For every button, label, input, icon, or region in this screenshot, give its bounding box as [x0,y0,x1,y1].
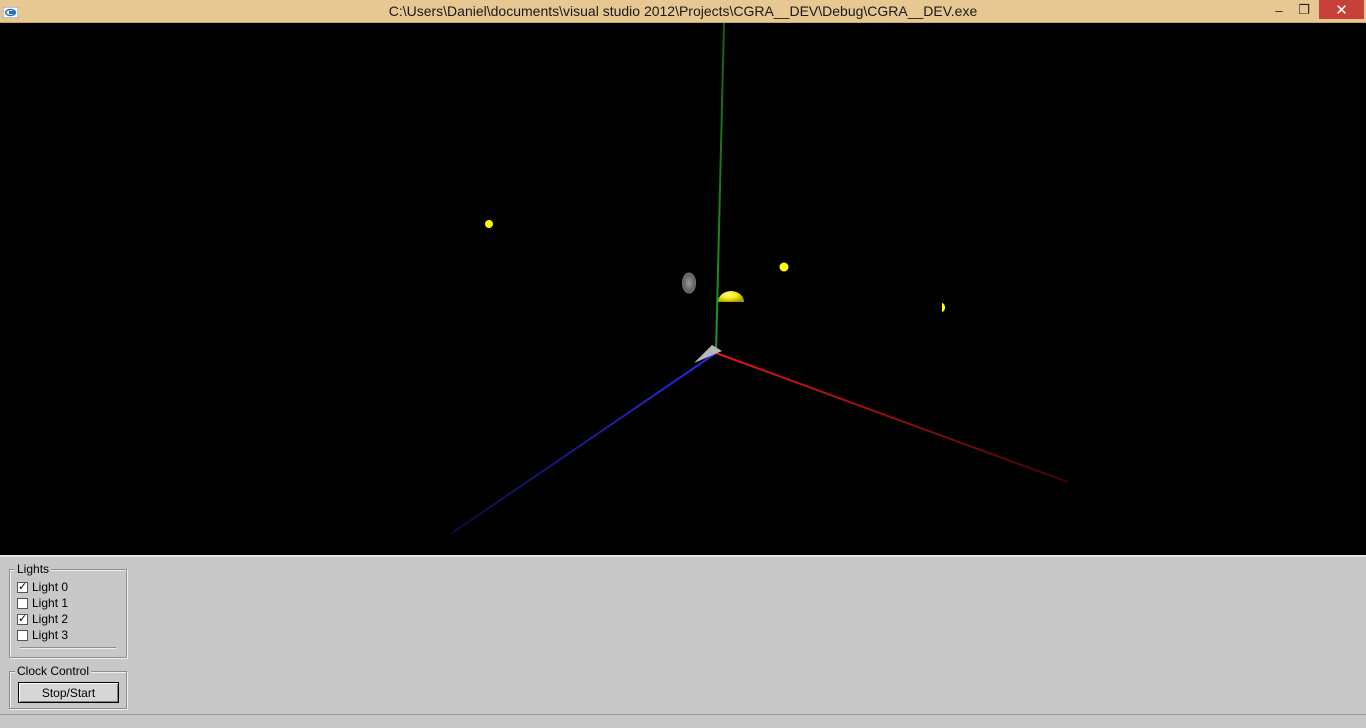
light-2-label: Light 2 [32,612,69,626]
minimize-icon: – [1275,2,1283,18]
lights-group: Lights ✓ Light 0 Light 1 ✓ Light 2 Light… [9,563,127,658]
y-axis [715,23,725,354]
window-title: C:\Users\Daniel\documents\visual studio … [388,3,978,19]
checkbox-box[interactable]: ✓ [17,581,28,593]
light-0-label: Light 0 [32,580,69,594]
restore-button[interactable]: ❐ [1292,0,1316,20]
light-sphere [485,220,493,228]
title-bar[interactable]: C:\Users\Daniel\documents\visual studio … [0,0,1366,23]
yellow-hemisphere [718,291,744,302]
close-icon: ✕ [1335,1,1348,19]
z-axis [451,352,717,534]
lights-group-label: Lights [15,562,52,576]
minimize-button[interactable]: – [1268,0,1290,20]
light-3-label: Light 3 [32,628,69,642]
close-button[interactable]: ✕ [1319,0,1364,19]
light-3-checkbox[interactable]: Light 3 [17,628,68,642]
status-bar [0,714,1366,728]
gray-disc [682,272,696,294]
checkbox-box[interactable]: ✓ [17,613,28,625]
light-0-checkbox[interactable]: ✓ Light 0 [17,580,68,594]
restore-icon: ❐ [1298,2,1310,17]
separator [20,647,116,649]
light-sphere [942,303,945,312]
light-2-checkbox[interactable]: ✓ Light 2 [17,612,68,626]
x-axis [715,352,1069,483]
light-1-checkbox[interactable]: Light 1 [17,596,68,610]
control-panel: Lights ✓ Light 0 Light 1 ✓ Light 2 Light… [0,555,1366,728]
scene-canvas [451,23,1069,534]
clock-control-group: Clock Control Stop/Start [9,665,127,709]
clock-control-label: Clock Control [15,664,92,678]
checkbox-box[interactable] [17,597,28,609]
checkbox-box[interactable] [17,629,28,641]
light-1-label: Light 1 [32,596,69,610]
opengl-viewport[interactable] [0,23,1366,555]
stop-start-button[interactable]: Stop/Start [18,682,119,703]
light-sphere [779,262,789,272]
